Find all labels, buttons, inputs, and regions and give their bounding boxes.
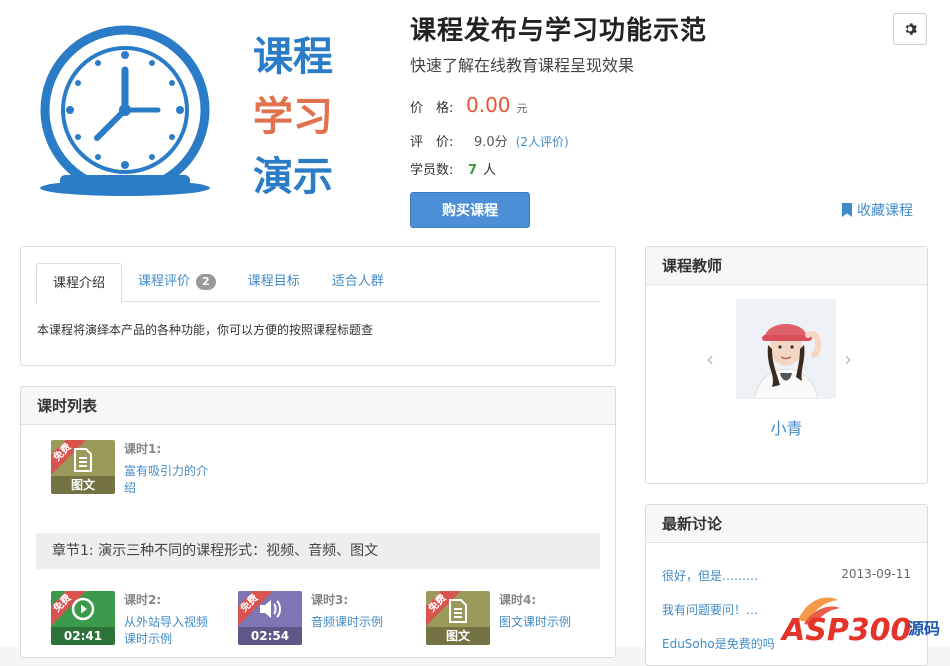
- rating-count-link[interactable]: (2人评价): [516, 133, 569, 150]
- tab-intro[interactable]: 课程介绍: [36, 263, 123, 304]
- lessons-panel: 课时列表 免费 图文 课时1: 富有吸引力的介绍 章节1: 演示三种不同的课程形…: [20, 386, 616, 658]
- lesson-item[interactable]: 免费 02:54 课时3: 音频课时示例: [238, 591, 395, 645]
- bookmark-icon: [842, 203, 852, 217]
- tab-content-text: 本课程将演绎本产品的各种功能，你可以方便的按照课程标题查: [37, 323, 374, 337]
- price-value: 0.00: [466, 93, 511, 117]
- lessons-heading: 课时列表: [21, 387, 615, 425]
- price-unit: 元: [516, 102, 528, 115]
- teacher-name-link[interactable]: 小青: [646, 415, 927, 439]
- rating-value: 9.0分: [474, 135, 508, 150]
- chapter-header: 章节1: 演示三种不同的课程形式：视频、音频、图文: [36, 533, 600, 569]
- play-icon: [71, 597, 95, 621]
- document-icon: [74, 448, 92, 472]
- discussion-title-link[interactable]: 我有问题要问！…: [662, 601, 758, 618]
- lesson-title-link[interactable]: 图文课时示例: [499, 614, 583, 631]
- course-subtitle: 快速了解在线教育课程呈现效果: [410, 56, 635, 75]
- tab-reviews[interactable]: 课程评价 2: [122, 263, 232, 301]
- lesson-duration: 02:54: [238, 627, 302, 645]
- watermark-suffix: 源码: [908, 619, 940, 638]
- buy-course-button[interactable]: 购买课程: [410, 192, 530, 228]
- lesson-duration: 02:41: [51, 627, 115, 645]
- rating-label: 评 价:: [410, 135, 454, 150]
- students-row: 学员数: 7 人: [410, 159, 496, 178]
- lesson-item[interactable]: 免费 图文 课时1: 富有吸引力的介绍: [51, 440, 208, 497]
- students-unit: 人: [483, 163, 497, 178]
- cover-text-3: 演示: [253, 154, 333, 200]
- site-watermark-logo: ASP300 源码: [778, 590, 950, 648]
- lesson-title-link[interactable]: 富有吸引力的介绍: [124, 463, 208, 497]
- lesson-number: 课时3:: [311, 593, 349, 607]
- course-title: 课程发布与学习功能示范: [410, 16, 708, 46]
- lesson-item[interactable]: 免费 图文 课时4: 图文课时示例: [426, 591, 583, 645]
- discussions-heading: 最新讨论: [646, 505, 927, 543]
- discussion-title-link[interactable]: EduSoho是免费的吗: [662, 635, 775, 652]
- course-tabs-panel: 课程介绍 课程评价 2 课程目标 适合人群 本课程将演绎本产品的各种功能，你可以…: [20, 246, 616, 366]
- reviews-count-badge: 2: [196, 274, 216, 290]
- teacher-photo: [736, 299, 836, 399]
- lesson-type-label: 图文: [426, 627, 490, 645]
- lesson-thumbnail[interactable]: 免费 02:41: [51, 591, 115, 645]
- lesson-thumbnail[interactable]: 免费 02:54: [238, 591, 302, 645]
- tab-bar: 课程介绍 课程评价 2 课程目标 适合人群: [36, 263, 600, 304]
- course-cover-image: 课程 学习 演示: [20, 10, 380, 220]
- teacher-avatar[interactable]: [736, 299, 836, 399]
- tab-goals[interactable]: 课程目标: [232, 263, 316, 301]
- students-value: 7: [468, 163, 478, 178]
- next-teacher-arrow[interactable]: ›: [844, 347, 852, 371]
- lesson-thumbnail[interactable]: 免费 图文: [426, 591, 490, 645]
- lesson-number: 课时1:: [124, 442, 162, 456]
- document-icon: [449, 599, 467, 623]
- cover-text-2: 学习: [253, 94, 333, 140]
- lesson-item[interactable]: 免费 02:41 课时2: 从外站导入视频课时示例: [51, 591, 208, 648]
- lesson-title-link[interactable]: 从外站导入视频课时示例: [124, 614, 208, 648]
- course-page: 课程 学习 演示 课程发布与学习功能示范 快速了解在线教育课程呈现效果 价 格:…: [0, 0, 950, 666]
- tab-reviews-label: 课程评价: [138, 274, 191, 289]
- price-row: 价 格: 0.00 元: [410, 93, 528, 117]
- favorite-label: 收藏课程: [857, 203, 913, 219]
- gear-icon: [905, 23, 917, 35]
- teacher-panel: 课程教师 ‹ › 小青: [645, 246, 928, 484]
- students-label: 学员数:: [410, 163, 454, 178]
- tab-intro-label: 课程介绍: [53, 275, 106, 291]
- lesson-title-link[interactable]: 音频课时示例: [311, 614, 395, 631]
- rating-row: 评 价: 9.0分 (2人评价): [410, 131, 569, 150]
- clock-icon: 课程 学习 演示: [40, 25, 333, 200]
- discussion-title-link[interactable]: 很好，但是………: [662, 567, 758, 584]
- settings-button[interactable]: [893, 13, 927, 45]
- discussion-date: 2013-09-11: [841, 567, 911, 581]
- lesson-type-label: 图文: [51, 476, 115, 494]
- cover-text-1: 课程: [253, 34, 333, 80]
- tab-audience[interactable]: 适合人群: [316, 263, 400, 301]
- audio-icon: [260, 600, 281, 618]
- teacher-heading: 课程教师: [646, 247, 927, 285]
- lesson-number: 课时4:: [499, 593, 537, 607]
- prev-teacher-arrow[interactable]: ‹: [706, 347, 714, 371]
- tab-audience-label: 适合人群: [331, 274, 384, 289]
- lesson-thumbnail[interactable]: 免费 图文: [51, 440, 115, 494]
- tab-goals-label: 课程目标: [247, 274, 300, 289]
- favorite-course-link[interactable]: 收藏课程: [841, 200, 913, 220]
- lesson-number: 课时2:: [124, 593, 162, 607]
- watermark-text: ASP300: [780, 613, 911, 647]
- discussion-item: 很好，但是……… 2013-09-11: [662, 567, 911, 584]
- price-label: 价 格:: [410, 101, 454, 116]
